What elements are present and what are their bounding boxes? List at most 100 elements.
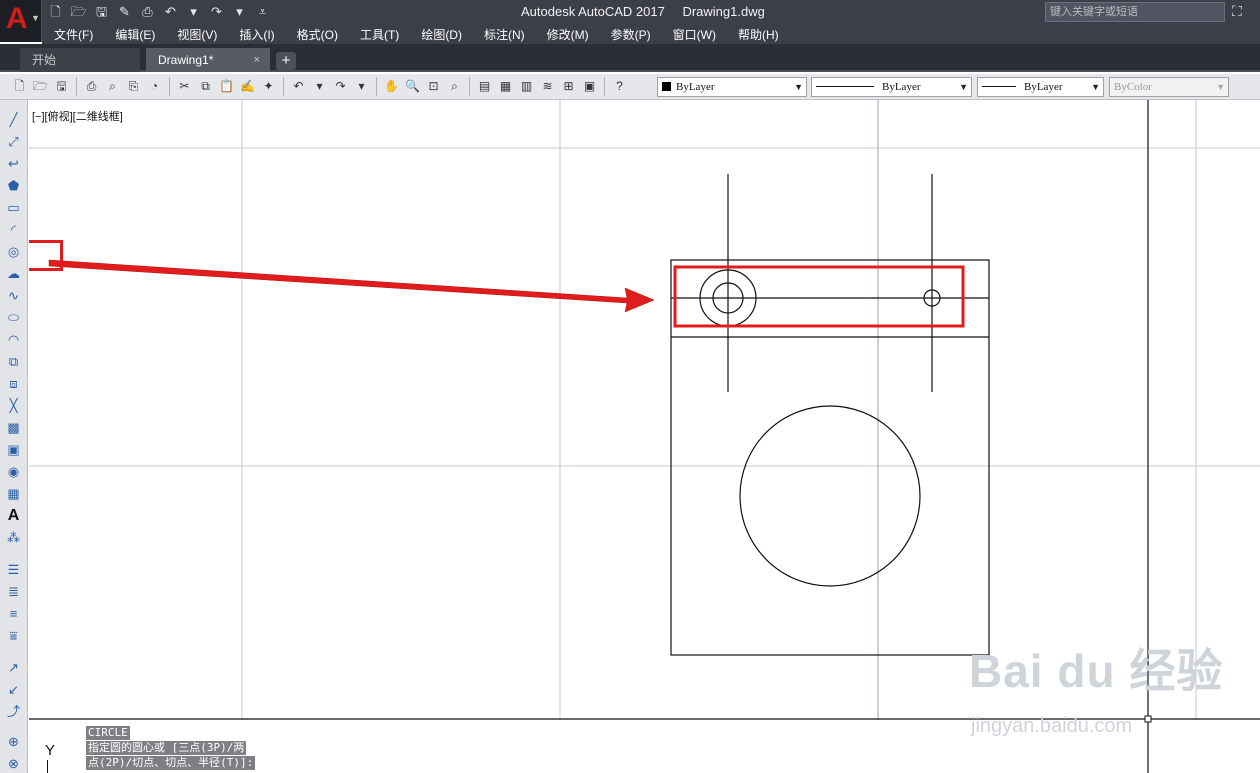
menu-parametric[interactable]: 参数(P) (611, 26, 651, 43)
close-icon[interactable]: × (254, 48, 260, 72)
command-history: CIRCLE 指定圆的圆心或 [三点(3P)/两 点(2P)/切点、切点、半径(… (86, 726, 256, 771)
color-dropdown[interactable]: ByLayer ▼ (657, 77, 807, 97)
point-icon[interactable]: ╳ (4, 396, 23, 415)
multiline-text-icon[interactable]: A (4, 506, 23, 525)
undo-icon[interactable]: ↶ (289, 77, 308, 96)
ellipse-icon[interactable]: ⬭ (4, 308, 23, 327)
plot-preview-icon[interactable]: ⌕ (103, 77, 122, 96)
help-icon[interactable]: ? (610, 77, 629, 96)
match-properties-icon[interactable]: ✍ (238, 77, 257, 96)
viewport-controls[interactable]: [−][俯视][二维线框] (32, 108, 123, 124)
menu-help[interactable]: 帮助(H) (738, 26, 779, 43)
menu-edit[interactable]: 编辑(E) (115, 26, 155, 43)
autocad-logo-icon: A (6, 2, 28, 35)
zoom-window-icon[interactable]: ⊡ (424, 77, 443, 96)
publish-icon[interactable]: ⎘ (124, 77, 143, 96)
paste-icon[interactable]: 📋 (217, 77, 236, 96)
polyline-icon[interactable]: ↩ (4, 154, 23, 173)
layer-isolate-icon[interactable]: ⩸ (4, 626, 23, 645)
hatch-icon[interactable]: ▩ (4, 418, 23, 437)
redo-icon[interactable]: ↷ (331, 77, 350, 96)
lineweight-dropdown[interactable]: ByLayer ▼ (977, 77, 1104, 97)
undo-dropdown-icon[interactable]: ▾ (310, 77, 329, 96)
layer-previous-icon[interactable]: ≡ (4, 604, 23, 623)
open-icon[interactable]: 🗁 (69, 3, 88, 21)
gradient-icon[interactable]: ▣ (4, 440, 23, 459)
plot-icon[interactable]: ⎙ (138, 3, 157, 21)
undo-icon[interactable]: ↶ (161, 3, 180, 21)
design-center-icon[interactable]: ▦ (496, 77, 515, 96)
menu-insert[interactable]: 插入(I) (239, 26, 274, 43)
chevron-down-icon: ▼ (959, 82, 968, 92)
menu-format[interactable]: 格式(O) (297, 26, 338, 43)
dimension-icon[interactable]: ↗ (4, 658, 23, 677)
redo-icon[interactable]: ↷ (207, 3, 226, 21)
drawing-canvas[interactable]: [−][俯视][二维线框] Y CIRCLE 指定圆的圆心或 [三点(3P)/两… (29, 100, 1260, 773)
menu-tools[interactable]: 工具(T) (360, 26, 399, 43)
plot-icon[interactable]: ⎙ (82, 77, 101, 96)
tab-drawing1[interactable]: Drawing1* × (146, 48, 270, 72)
layer-icon[interactable]: ☰ (4, 560, 23, 579)
redo-dropdown-icon[interactable]: ▾ (352, 77, 371, 96)
polygon-icon[interactable]: ⬟ (4, 176, 23, 195)
save-icon[interactable]: 🖫 (92, 3, 111, 21)
insert-block-icon[interactable]: ⧉ (4, 352, 23, 371)
toolbar-separator (376, 77, 377, 96)
arc-icon[interactable]: ◜ (4, 220, 23, 239)
menu-window[interactable]: 窗口(W) (673, 26, 716, 43)
tab-start[interactable]: 开始 (20, 48, 140, 72)
tool-palettes-icon[interactable]: ▥ (517, 77, 536, 96)
block-editor-icon[interactable]: ✦ (259, 77, 278, 96)
linetype-dropdown[interactable]: ByLayer ▼ (811, 77, 972, 97)
leader-icon[interactable]: ↙ (4, 680, 23, 699)
open-icon[interactable]: 🗁 (31, 77, 50, 96)
markup-icon[interactable]: ⊞ (559, 77, 578, 96)
customize-qat-icon[interactable]: ⩡ (253, 3, 272, 21)
menu-dimension[interactable]: 标注(N) (484, 26, 525, 43)
new-tab-button[interactable]: + (276, 52, 296, 70)
ellipse-arc-icon[interactable]: ◠ (4, 330, 23, 349)
search-input[interactable]: 键入关键字或短语 (1045, 2, 1225, 22)
pan-icon[interactable]: ✋ (382, 77, 401, 96)
command-name: CIRCLE (86, 726, 130, 740)
menu-modify[interactable]: 修改(M) (547, 26, 589, 43)
window-title: Autodesk AutoCAD 2017 Drawing1.dwg (521, 4, 765, 19)
sheet-set-icon[interactable]: ≋ (538, 77, 557, 96)
add-selected-icon[interactable]: ⁂ (4, 528, 23, 547)
new-icon[interactable]: 🗋 (46, 3, 65, 21)
outer-rectangle (670, 259, 990, 656)
cut-icon[interactable]: ✂ (175, 77, 194, 96)
measure-icon[interactable]: ⊗ (4, 754, 23, 773)
application-menu-button[interactable]: A ▼ (0, 0, 42, 42)
line-icon[interactable]: ╱ (4, 110, 23, 129)
tolerance-icon[interactable]: ⤴ (4, 702, 23, 721)
menu-draw[interactable]: 绘图(D) (421, 26, 462, 43)
calculator-icon[interactable]: ▣ (580, 77, 599, 96)
chevron-down-icon: ▼ (1091, 82, 1100, 92)
new-icon[interactable]: 🗋 (10, 77, 29, 96)
zoom-realtime-icon[interactable]: 🔍 (403, 77, 422, 96)
save-icon[interactable]: 🖫 (52, 77, 71, 96)
table-icon[interactable]: ▦ (4, 484, 23, 503)
spline-icon[interactable]: ∿ (4, 286, 23, 305)
layer-states-icon[interactable]: ≣ (4, 582, 23, 601)
circle-icon[interactable]: ◎ (4, 242, 23, 261)
rectangle-icon[interactable]: ▭ (4, 198, 23, 217)
menu-file[interactable]: 文件(F) (54, 26, 93, 43)
chevron-down-icon: ▼ (794, 82, 803, 92)
inquiry-icon[interactable]: ⊕ (4, 732, 23, 751)
zoom-previous-icon[interactable]: ⌕ (445, 77, 464, 96)
menu-view[interactable]: 视图(V) (177, 26, 217, 43)
redo-dropdown-icon[interactable]: ▾ (230, 3, 249, 21)
revcloud-icon[interactable]: ☁ (4, 264, 23, 283)
construction-line-icon[interactable]: ⤢ (4, 132, 23, 151)
binoculars-icon[interactable]: ⛶ (1232, 3, 1242, 20)
properties-icon[interactable]: ▤ (475, 77, 494, 96)
undo-dropdown-icon[interactable]: ▾ (184, 3, 203, 21)
3d-dwf-icon[interactable]: ◔ (145, 77, 164, 96)
copy-icon[interactable]: ⧉ (196, 77, 215, 96)
make-block-icon[interactable]: ⧈ (4, 374, 23, 393)
region-icon[interactable]: ◉ (4, 462, 23, 481)
save-as-icon[interactable]: ✎ (115, 3, 134, 21)
watermark-text: Bai du 经验 (969, 645, 1224, 697)
